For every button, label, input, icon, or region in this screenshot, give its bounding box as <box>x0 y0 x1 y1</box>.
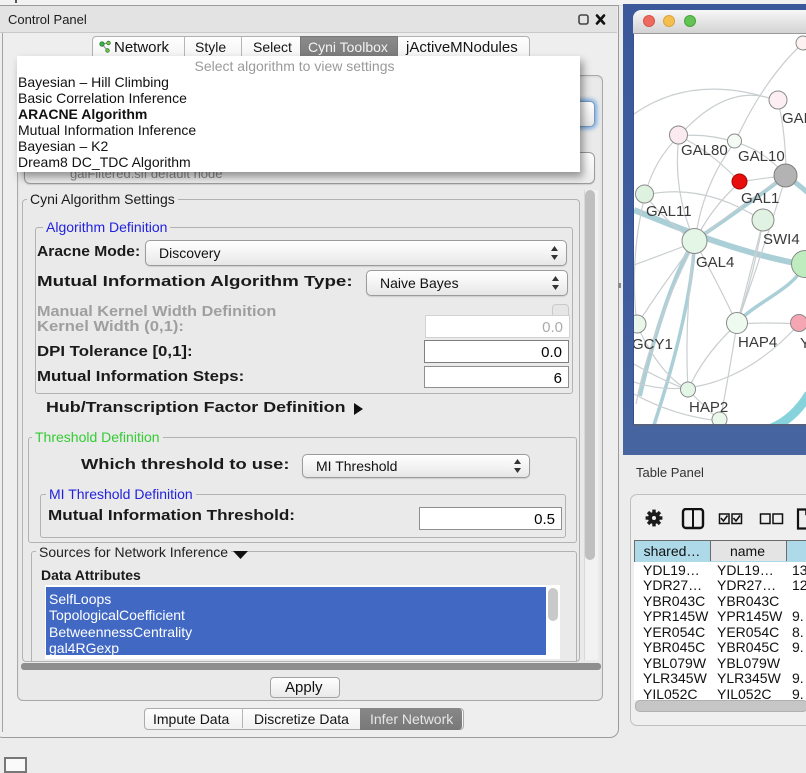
svg-text:HAP4: HAP4 <box>738 334 777 351</box>
svg-text:SWI4: SWI4 <box>763 231 800 248</box>
svg-text:GAL11: GAL11 <box>646 203 692 220</box>
svg-text:GCY1: GCY1 <box>634 336 673 353</box>
svg-text:HAP2: HAP2 <box>689 399 728 416</box>
svg-text:GAL7: GAL7 <box>782 110 806 127</box>
svg-text:GAL1: GAL1 <box>741 190 779 207</box>
svg-text:GAL4: GAL4 <box>696 254 734 271</box>
svg-text:GAL10: GAL10 <box>738 148 785 165</box>
svg-text:GAL80: GAL80 <box>681 142 728 159</box>
svg-text:YM: YM <box>800 335 806 352</box>
